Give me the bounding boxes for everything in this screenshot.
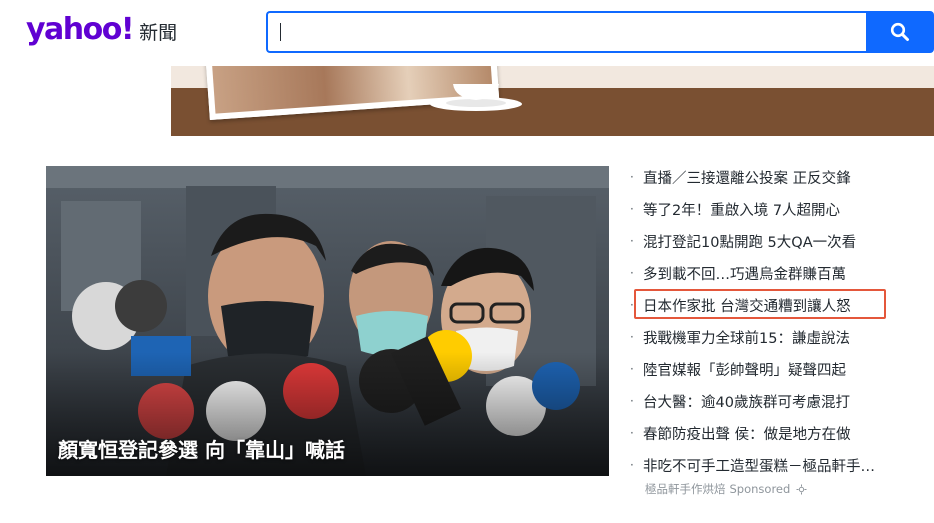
- header: yahoo! 新聞: [0, 0, 934, 66]
- headline-item[interactable]: · 日本作家批 台灣交通糟到讓人怒: [630, 290, 851, 320]
- headline-item[interactable]: · 等了2年！重啟入境 7人超開心: [630, 194, 840, 224]
- bullet-icon: ·: [630, 458, 634, 472]
- ad-choices-icon[interactable]: [796, 484, 807, 495]
- headline-item[interactable]: · 春節防疫出聲 侯：做是地方在做: [630, 418, 851, 448]
- hero-story[interactable]: 顏寬恒登記參選 向「靠山」喊話: [46, 166, 609, 476]
- search-icon: [890, 22, 909, 41]
- headline-item[interactable]: · 陸官媒報「彭帥聲明」疑聲四起: [630, 354, 846, 384]
- headline-item[interactable]: · 我戰機軍力全球前15：謙虛說法: [630, 322, 850, 352]
- hero-image: [46, 166, 609, 476]
- coffee-cup-illustration: [430, 84, 522, 111]
- logo-wordmark: yahoo!: [26, 12, 135, 47]
- bullet-icon: ·: [630, 170, 634, 184]
- bullet-icon: ·: [630, 202, 634, 216]
- headline-item[interactable]: · 混打登記10點開跑 5大QA一次看: [630, 226, 856, 256]
- headline-item-sponsored[interactable]: · 非吃不可手工造型蛋糕－極品軒手…: [630, 450, 875, 480]
- search-button[interactable]: [866, 11, 934, 53]
- sponsored-label: Sponsored: [729, 482, 791, 496]
- search-input[interactable]: [268, 13, 866, 51]
- headline-item[interactable]: · 台大醫：逾40歲族群可考慮混打: [630, 386, 850, 416]
- text-caret: [280, 23, 281, 41]
- bullet-icon: ·: [630, 266, 634, 280]
- bullet-icon: ·: [630, 330, 634, 344]
- logo-section-label: 新聞: [139, 22, 178, 44]
- advertisement-banner[interactable]: [171, 66, 934, 136]
- headline-item[interactable]: · 直播／三接還離公投案 正反交鋒: [630, 162, 851, 192]
- bullet-icon: ·: [630, 362, 634, 376]
- headline-item[interactable]: · 多到載不回…巧遇烏金群賺百萬: [630, 258, 846, 288]
- yahoo-news-logo[interactable]: yahoo! 新聞: [26, 12, 177, 47]
- bullet-icon: ·: [630, 394, 634, 408]
- bullet-icon: ·: [630, 426, 634, 440]
- sponsored-line[interactable]: 極品軒手作烘焙 Sponsored: [645, 481, 807, 497]
- bullet-icon: ·: [630, 298, 634, 312]
- sponsor-advertiser: 極品軒手作烘焙: [645, 482, 726, 496]
- hero-caption[interactable]: 顏寬恒登記參選 向「靠山」喊話: [58, 434, 345, 463]
- search-box[interactable]: [266, 11, 866, 53]
- bullet-icon: ·: [630, 234, 634, 248]
